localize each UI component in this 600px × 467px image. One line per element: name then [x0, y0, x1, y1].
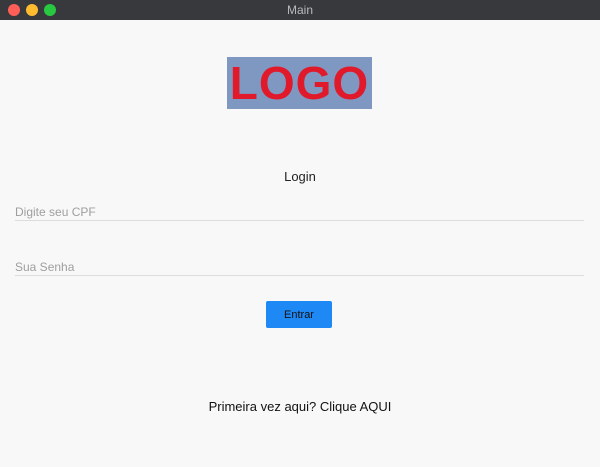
password-input[interactable] [15, 259, 584, 276]
signup-link[interactable]: Primeira vez aqui? Clique AQUI [0, 399, 600, 414]
login-button[interactable]: Entrar [266, 301, 332, 328]
logo-text: LOGO [229, 57, 370, 109]
app-window: Main LOGO Login Entrar Primeira vez aqui… [0, 0, 600, 467]
cpf-input[interactable] [15, 204, 584, 221]
titlebar[interactable]: Main [0, 0, 600, 20]
window-title: Main [286, 3, 313, 17]
login-heading: Login [284, 169, 316, 184]
logo: LOGO [227, 57, 372, 109]
